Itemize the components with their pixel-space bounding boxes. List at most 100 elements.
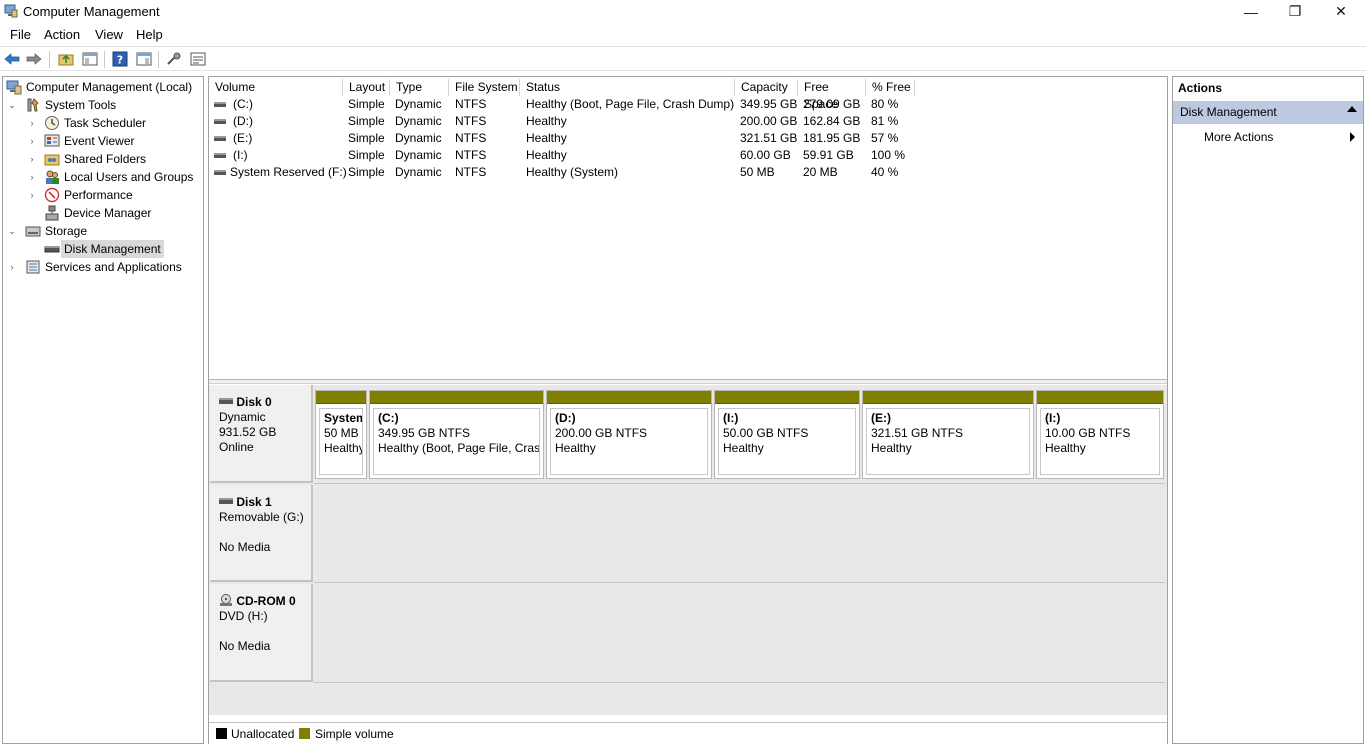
restore-button[interactable]: ❐: [1272, 0, 1318, 23]
tree-item-system-tools[interactable]: ⌄ System Tools: [3, 96, 203, 114]
tree-label-device-manager: Device Manager: [64, 206, 152, 220]
chevron-right-icon[interactable]: ›: [27, 114, 37, 132]
menu-file[interactable]: File: [10, 27, 31, 42]
tree-item-performance[interactable]: › Performance: [3, 186, 203, 204]
volume-row[interactable]: (E:) Simple Dynamic NTFS Healthy 321.51 …: [209, 130, 1167, 147]
disk-0-partitions: System 50 MB NTFS Healthy (System) (C:) …: [314, 385, 1165, 484]
file-system-cell: NTFS: [455, 165, 487, 179]
help-icon[interactable]: ?: [112, 51, 128, 67]
chevron-right-icon[interactable]: ›: [27, 186, 37, 204]
tree-item-task-scheduler[interactable]: › Task Scheduler: [3, 114, 203, 132]
tree-item-shared-folders[interactable]: › Shared Folders: [3, 150, 203, 168]
partition-status: Healthy: [871, 441, 912, 455]
tree-item-event-viewer[interactable]: › Event Viewer: [3, 132, 203, 150]
show-hide-action-pane-icon[interactable]: [136, 51, 152, 67]
volume-row[interactable]: (I:) Simple Dynamic NTFS Healthy 60.00 G…: [209, 147, 1167, 164]
capacity-cell: 349.95 GB: [740, 97, 798, 111]
volume-row[interactable]: System Reserved (F:) Simple Dynamic NTFS…: [209, 164, 1167, 181]
connect-icon[interactable]: [166, 51, 182, 67]
partition-i-second[interactable]: (I:) 10.00 GB NTFS Healthy: [1036, 390, 1164, 479]
type-cell: Dynamic: [395, 114, 442, 128]
capacity-cell: 200.00 GB: [740, 114, 798, 128]
collapse-up-icon[interactable]: [1347, 106, 1357, 112]
tree-item-local-users[interactable]: › Local Users and Groups: [3, 168, 203, 186]
status-cell: Healthy (Boot, Page File, Crash Dump): [526, 97, 735, 111]
capacity-cell: 60.00 GB: [740, 148, 791, 162]
disk-type: DVD (H:): [219, 609, 268, 623]
tree-item-disk-management[interactable]: Disk Management: [3, 240, 203, 258]
type-cell: Dynamic: [395, 131, 442, 145]
volume-cell: (D:): [233, 114, 253, 128]
tree-item-storage[interactable]: ⌄ Storage: [3, 222, 203, 240]
volume-row[interactable]: (D:) Simple Dynamic NTFS Healthy 200.00 …: [209, 113, 1167, 130]
column-header-free-space[interactable]: Free Space: [798, 79, 866, 111]
chevron-right-icon[interactable]: ›: [27, 150, 37, 168]
partition-name: (C:): [378, 411, 399, 425]
menu-view[interactable]: View: [95, 27, 123, 42]
partition-d[interactable]: (D:) 200.00 GB NTFS Healthy: [546, 390, 712, 479]
pane-splitter[interactable]: [209, 379, 1167, 384]
column-header-capacity[interactable]: Capacity: [735, 79, 798, 96]
more-actions-item[interactable]: More Actions: [1204, 130, 1273, 144]
layout-cell: Simple: [348, 131, 385, 145]
partition-size: 321.51 GB NTFS: [871, 426, 964, 440]
disk-1-label[interactable]: Disk 1 Removable (G:) No Media: [210, 485, 313, 582]
disk-management-icon: [44, 246, 60, 253]
tree-item-device-manager[interactable]: Device Manager: [3, 204, 203, 222]
up-folder-icon[interactable]: [58, 51, 74, 67]
chevron-right-icon[interactable]: ›: [27, 168, 37, 186]
partition-c[interactable]: (C:) 349.95 GB NTFS Healthy (Boot, Page …: [369, 390, 544, 479]
status-cell: Healthy: [526, 148, 567, 162]
partition-status: Healthy: [723, 441, 764, 455]
status-cell: Healthy (System): [526, 165, 619, 179]
menu-action[interactable]: Action: [44, 27, 80, 42]
menu-help[interactable]: Help: [136, 27, 163, 42]
percent-free-cell: 81 %: [871, 114, 899, 128]
column-header-layout[interactable]: Layout: [343, 79, 390, 96]
volume-cell: (E:): [233, 131, 253, 145]
tree-label-task-scheduler: Task Scheduler: [64, 116, 147, 130]
legend-label-unallocated: Unallocated: [231, 727, 295, 741]
show-hide-tree-icon[interactable]: [82, 51, 98, 67]
partition-body: System 50 MB NTFS Healthy (System): [319, 408, 363, 475]
device-manager-icon: [45, 205, 59, 221]
tree-item-services[interactable]: › Services and Applications: [3, 258, 203, 276]
back-arrow-icon[interactable]: [4, 51, 20, 67]
partition-body: (I:) 50.00 GB NTFS Healthy: [718, 408, 856, 475]
disk-0-label[interactable]: Disk 0 Dynamic 931.52 GB Online: [210, 385, 313, 483]
chevron-down-icon[interactable]: ⌄: [7, 222, 17, 240]
free-space-cell: 20 MB: [803, 165, 838, 179]
volume-row[interactable]: (C:) Simple Dynamic NTFS Healthy (Boot, …: [209, 96, 1167, 113]
chevron-right-icon[interactable]: ›: [27, 132, 37, 150]
partition-system-reserved[interactable]: System 50 MB NTFS Healthy (System): [315, 390, 367, 479]
column-header-type[interactable]: Type: [390, 79, 449, 96]
volume-cell: (C:): [233, 97, 253, 111]
partition-e[interactable]: (E:) 321.51 GB NTFS Healthy: [862, 390, 1034, 479]
forward-arrow-icon[interactable]: [26, 51, 42, 67]
percent-free-cell: 57 %: [871, 131, 899, 145]
tree-item-root[interactable]: Computer Management (Local): [3, 78, 203, 96]
column-header-status[interactable]: Status: [520, 79, 735, 96]
disk-name: Disk 0: [236, 395, 272, 409]
chevron-down-icon[interactable]: ⌄: [7, 96, 17, 114]
console-tree: Computer Management (Local) ⌄ System Too…: [2, 76, 204, 744]
properties-icon[interactable]: [190, 51, 206, 67]
computer-management-icon: [6, 80, 22, 95]
services-icon: [26, 260, 40, 274]
disk-graphical-view: Disk 0 Dynamic 931.52 GB Online System 5…: [209, 385, 1167, 715]
free-space-cell: 162.84 GB: [803, 114, 861, 128]
disk-management-pane: Volume Layout Type File System Status Ca…: [208, 76, 1168, 744]
column-header-percent-free[interactable]: % Free: [866, 79, 915, 96]
partition-i-first[interactable]: (I:) 50.00 GB NTFS Healthy: [714, 390, 860, 479]
chevron-right-icon[interactable]: ›: [7, 258, 17, 276]
svg-text:?: ?: [117, 54, 123, 67]
cdrom-0-label[interactable]: CD-ROM 0 DVD (H:) No Media: [210, 584, 313, 682]
column-header-volume[interactable]: Volume: [209, 79, 343, 96]
file-system-cell: NTFS: [455, 114, 487, 128]
actions-section-header[interactable]: Disk Management: [1173, 101, 1363, 124]
legend-label-simple: Simple volume: [315, 727, 394, 741]
column-header-file-system[interactable]: File System: [449, 79, 520, 96]
minimize-button[interactable]: —: [1228, 0, 1274, 23]
submenu-arrow-icon[interactable]: [1350, 132, 1355, 142]
close-button[interactable]: ✕: [1318, 0, 1364, 23]
